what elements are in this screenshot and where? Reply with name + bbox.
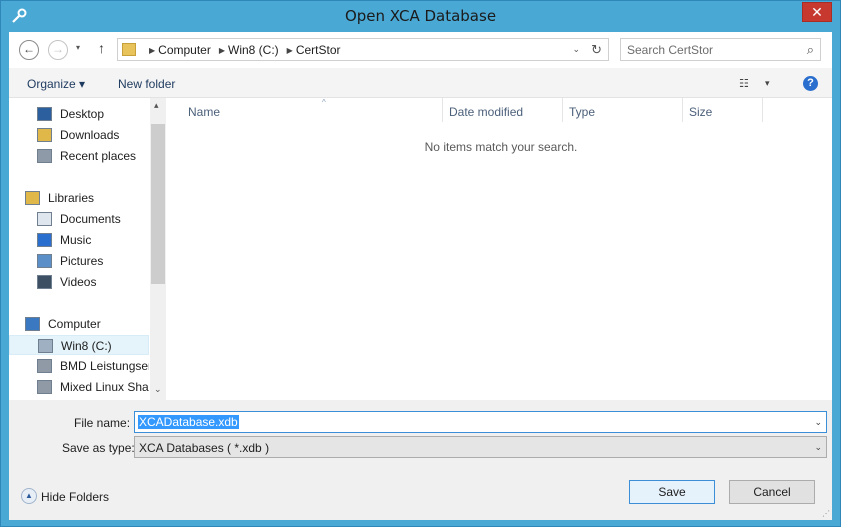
view-options-icon[interactable]: ☷ [739, 77, 749, 90]
breadcrumb-computer[interactable]: Computer [158, 43, 211, 57]
computer-icon [25, 317, 40, 331]
save-type-label: Save as type: [62, 441, 135, 455]
videos-icon [37, 275, 52, 289]
nav-item-label: Downloads [60, 128, 120, 142]
nav-item[interactable]: Music [9, 230, 149, 250]
dialog-window: Open XCA Database ✕ ← → ▾ ↑ ▶ Computer ▶ Wi… [0, 0, 841, 527]
recent-locations-dropdown[interactable]: ▾ [76, 43, 80, 52]
nav-item[interactable]: Win8 (C:) [9, 335, 149, 355]
column-header-date-modified[interactable]: Date modified [443, 98, 563, 122]
resize-grip-icon[interactable]: ⋰ [822, 509, 830, 518]
sort-ascending-icon: ^ [322, 98, 326, 107]
search-placeholder: Search CertStor [627, 43, 714, 57]
search-icon[interactable]: ⌕ [807, 42, 814, 58]
help-icon[interactable]: ? [803, 76, 818, 91]
navigation-pane: Mixed Linux Shar BMD Leistungser Win8 (C:)… [9, 98, 166, 400]
nav-item-label: Videos [60, 275, 97, 289]
nav-item-label: Libraries [48, 191, 95, 205]
crumb-separator-icon[interactable]: ▶ [287, 46, 293, 55]
column-label: Date modified [449, 105, 524, 119]
recent-places-icon [37, 149, 52, 163]
nav-item-label: Computer [48, 317, 101, 331]
column-label: Name [188, 105, 221, 119]
nav-item[interactable]: Videos [9, 272, 149, 292]
scroll-up-icon[interactable]: ▴ [154, 100, 159, 111]
back-button[interactable]: ← [19, 40, 39, 60]
chevron-down-icon[interactable]: ⌄ [814, 442, 822, 453]
downloads-icon [37, 128, 52, 142]
organize-menu[interactable]: Organize ▾ [27, 77, 85, 91]
scroll-thumb[interactable] [151, 124, 165, 284]
nav-item[interactable]: Computer [9, 314, 149, 334]
new-folder-button[interactable]: New folder [118, 77, 175, 91]
address-bar-row: ← → ▾ ↑ ▶ Computer ▶ Win8 (C:) ▶ CertStor ⌄ ↻… [9, 32, 832, 68]
empty-folder-message: No items match your search. [424, 140, 578, 154]
nav-item[interactable]: Recent places [9, 146, 149, 166]
nav-item-label: Desktop [60, 107, 105, 121]
nav-item-label: Mixed Linux Shar [60, 380, 149, 394]
desktop-icon [37, 107, 52, 121]
network-drive-icon [37, 380, 52, 394]
chevron-down-icon[interactable]: ⌄ [814, 417, 822, 428]
nav-item-label: BMD Leistungser [60, 359, 149, 373]
nav-item-label: Pictures [60, 254, 104, 268]
close-button[interactable]: ✕ [802, 2, 832, 22]
up-folder-button[interactable]: ↑ [98, 40, 105, 56]
column-header-name[interactable]: Name ^ [182, 98, 443, 122]
forward-button[interactable]: → [48, 40, 68, 60]
crumb-separator-icon[interactable]: ▶ [219, 46, 225, 55]
nav-item-label: Win8 (C:) [61, 339, 112, 353]
cancel-button[interactable]: Cancel [729, 480, 815, 504]
dialog-footer: File name: XCADatabase.xdb ⌄ Save as typ… [9, 400, 832, 520]
drive-icon [38, 339, 53, 353]
breadcrumb: ▶ Computer ▶ Win8 (C:) ▶ CertStor [144, 43, 344, 57]
breadcrumb-certstor[interactable]: CertStor [296, 43, 341, 57]
file-name-field[interactable]: XCADatabase.xdb ⌄ [134, 411, 827, 433]
libraries-icon [25, 191, 40, 205]
pictures-icon [37, 254, 52, 268]
nav-item[interactable]: Downloads [9, 125, 149, 145]
address-path-box[interactable]: ▶ Computer ▶ Win8 (C:) ▶ CertStor ⌄ ↻ [117, 38, 609, 61]
column-label: Size [689, 105, 713, 119]
view-dropdown-icon[interactable]: ▾ [765, 78, 770, 89]
nav-item[interactable]: Mixed Linux Shar [9, 377, 149, 397]
nav-item-label: Recent places [60, 149, 137, 163]
column-header-type[interactable]: Type [563, 98, 683, 122]
dialog-client: ← → ▾ ↑ ▶ Computer ▶ Win8 (C:) ▶ CertStor ⌄ ↻… [9, 32, 832, 520]
column-header-size[interactable]: Size [683, 98, 763, 122]
nav-item[interactable]: Desktop [9, 104, 149, 124]
nav-item-label: Documents [60, 212, 121, 226]
file-name-label: File name: [74, 416, 131, 430]
save-type-select[interactable]: XCA Databases ( *.xdb ) ⌄ [134, 436, 827, 458]
nav-item[interactable]: Libraries [9, 188, 149, 208]
documents-icon [37, 212, 52, 226]
file-list: Name ^ Date modified Type Size No items … [166, 98, 832, 400]
title-bar[interactable]: Open XCA Database ✕ [1, 1, 840, 32]
save-button[interactable]: Save [629, 480, 715, 504]
refresh-icon[interactable]: ↻ [591, 42, 602, 58]
hide-folders-label: Hide Folders [41, 490, 110, 504]
window-title: Open XCA Database [344, 7, 497, 25]
nav-scrollbar[interactable]: ▴ ⌄ [150, 98, 166, 400]
address-dropdown-icon[interactable]: ⌄ [572, 44, 580, 55]
file-name-value[interactable]: XCADatabase.xdb [138, 415, 239, 429]
breadcrumb-win8[interactable]: Win8 (C:) [228, 43, 279, 57]
save-type-value: XCA Databases ( *.xdb ) [139, 441, 270, 455]
network-drive-icon [37, 359, 52, 373]
nav-item[interactable]: Documents [9, 209, 149, 229]
chevron-up-icon: ▲ [21, 488, 37, 504]
folder-icon [122, 43, 136, 56]
search-input[interactable]: Search CertStor ⌕ [620, 38, 821, 61]
nav-item[interactable]: BMD Leistungser [9, 356, 149, 376]
column-label: Type [569, 105, 596, 119]
nav-item[interactable]: Pictures [9, 251, 149, 271]
command-toolbar: Organize ▾ New folder ☷ ▾ ? [9, 68, 832, 98]
crumb-separator-icon[interactable]: ▶ [149, 46, 155, 55]
music-icon [37, 233, 52, 247]
nav-item-label: Music [60, 233, 92, 247]
scroll-down-icon[interactable]: ⌄ [154, 384, 162, 395]
